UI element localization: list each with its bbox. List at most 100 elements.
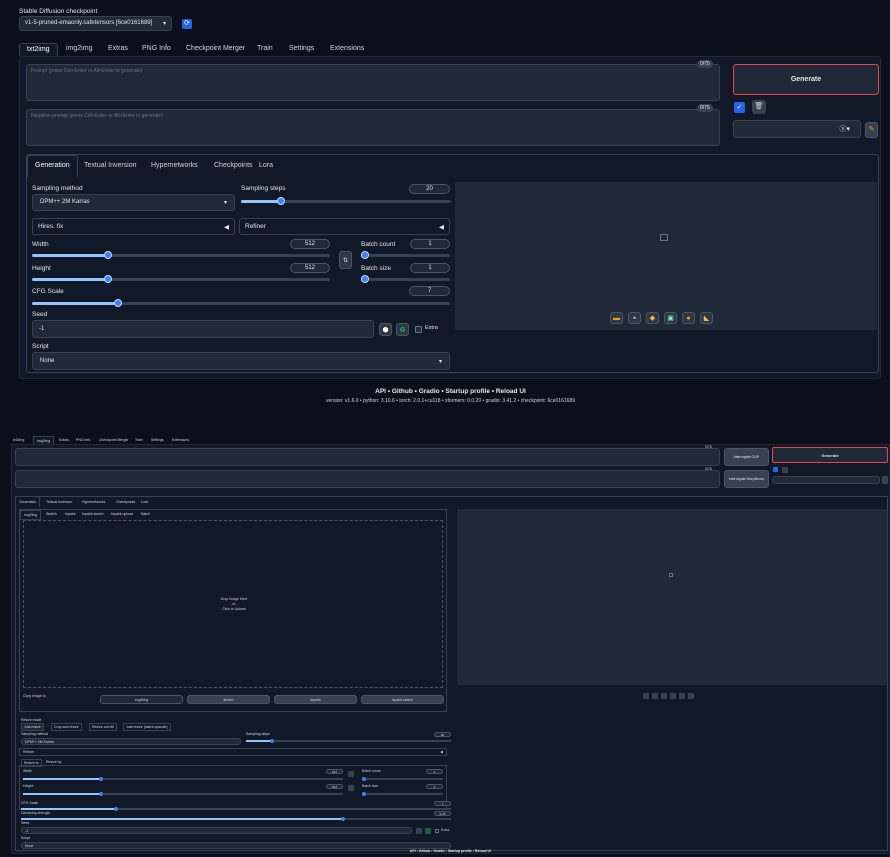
folder-icon[interactable] (643, 693, 649, 699)
tab-settings[interactable]: Settings (289, 45, 314, 52)
ruler-icon[interactable] (348, 785, 354, 791)
negative-prompt-input-small[interactable] (15, 470, 720, 488)
resize-opt-fill[interactable]: Resize and fill (89, 723, 117, 731)
script-select[interactable]: None ▾ (32, 352, 450, 370)
width-number-small[interactable]: 512 (326, 769, 343, 774)
hires-fix-accordion[interactable]: Hires. fix ◀ (32, 218, 235, 235)
swap-dimensions-small[interactable] (348, 771, 354, 777)
tab-extras[interactable]: Extras (59, 438, 69, 442)
script-select-small[interactable]: None (21, 842, 451, 849)
tab-textual-inversion[interactable]: Textual Inversion (46, 500, 72, 504)
style-apply-button[interactable]: ✓ (734, 102, 745, 113)
prompt-input-small[interactable] (15, 448, 720, 466)
resize-opt-latent[interactable]: Just resize (latent upscale) (123, 723, 171, 731)
tab-generation[interactable]: Generation (16, 497, 41, 507)
width-slider[interactable] (32, 251, 330, 259)
sampling-steps-slider-small[interactable] (246, 738, 451, 743)
copy-inpaint-button[interactable]: inpaint (274, 695, 357, 704)
zip-icon[interactable] (661, 693, 667, 699)
styles-select-small[interactable] (772, 476, 880, 484)
tab-extensions[interactable]: Extensions (330, 45, 364, 52)
mode-tab-inpaint-upload[interactable]: Inpaint upload (111, 512, 133, 516)
cfg-scale-slider[interactable] (32, 299, 450, 307)
refiner-accordion-small[interactable]: Refiner ◀ (19, 748, 447, 756)
send-to-img2img-icon[interactable] (670, 693, 676, 699)
height-number[interactable]: 512 (290, 263, 330, 273)
styles-select[interactable]: ⓧ▾ (733, 120, 861, 138)
resize-opt-crop[interactable]: Crop and resize (51, 723, 82, 731)
generate-button-small[interactable]: Generate (772, 447, 888, 463)
tab-txt2img[interactable]: txt2img (13, 438, 24, 442)
tab-extras[interactable]: Extras (108, 45, 128, 52)
copy-img2img-button[interactable]: img2img (100, 695, 183, 704)
image-drop-zone[interactable]: Drop Image Here - or - Click to Upload (23, 520, 443, 688)
tab-extensions[interactable]: Extensions (172, 438, 189, 442)
send-to-inpaint-icon[interactable]: ● (682, 312, 695, 324)
tab-img2img[interactable]: img2img (66, 45, 92, 52)
send-to-extras-icon[interactable] (688, 693, 694, 699)
send-to-extras-icon[interactable]: ◣ (700, 312, 713, 324)
mode-tab-inpaint-sketch[interactable]: Inpaint sketch (82, 512, 104, 516)
edit-style-small[interactable] (882, 476, 888, 484)
trash-icon[interactable]: 🗑 (752, 100, 766, 114)
mode-tab-inpaint[interactable]: Inpaint (65, 512, 76, 516)
seed-input-small[interactable]: -1 (21, 827, 412, 834)
resize-opt-just-resize[interactable]: Just resize (21, 723, 44, 731)
tab-png-info[interactable]: PNG Info (142, 45, 171, 52)
extra-checkbox-small[interactable] (435, 829, 439, 833)
batch-size-number[interactable]: 1 (410, 263, 450, 273)
height-slider[interactable] (32, 275, 330, 283)
tab-train[interactable]: Train (135, 438, 143, 442)
tab-hypernetworks[interactable]: Hypernetworks (151, 162, 198, 169)
swap-dimensions-button[interactable]: ⇅ (339, 251, 352, 269)
tab-txt2img[interactable]: txt2img (19, 43, 58, 56)
tab-resize-by[interactable]: Resize by (46, 760, 61, 764)
width-number[interactable]: 512 (290, 239, 330, 249)
edit-style-button[interactable]: ✎ (865, 122, 878, 138)
tab-train[interactable]: Train (257, 45, 273, 52)
tab-lora[interactable]: Lora (141, 500, 148, 504)
batch-count-number[interactable]: 1 (410, 239, 450, 249)
tab-textual-inversion[interactable]: Textual Inversion (84, 162, 137, 169)
mode-tab-batch[interactable]: Batch (141, 512, 150, 516)
sampling-steps-slider[interactable] (241, 197, 451, 205)
cfg-scale-number[interactable]: 7 (409, 286, 450, 296)
denoise-slider-small[interactable] (21, 816, 451, 821)
batch-size-slider[interactable] (361, 275, 450, 283)
random-seed-dice-icon[interactable]: ⬢ (379, 323, 392, 336)
style-apply-small[interactable] (773, 467, 778, 472)
mode-tab-sketch[interactable]: Sketch (46, 512, 57, 516)
negative-prompt-input[interactable]: Negative prompt (press Ctrl+Enter or Alt… (26, 109, 720, 146)
folder-icon[interactable]: ▬ (610, 312, 623, 324)
cfg-scale-slider-small[interactable] (21, 806, 451, 811)
prompt-input[interactable]: Prompt (press Ctrl+Enter or Alt+Enter to… (26, 64, 720, 101)
denoise-number-small[interactable]: 0.75 (434, 811, 451, 816)
random-seed-dice-icon[interactable] (416, 828, 422, 834)
batch-count-slider[interactable] (361, 251, 450, 259)
batch-count-slider-small[interactable] (362, 776, 443, 781)
sampling-steps-number-small[interactable]: 20 (434, 732, 451, 737)
clear-icon[interactable]: ⓧ▾ (839, 124, 850, 134)
tab-checkpoint-merger[interactable]: Checkpoint Merger (99, 438, 129, 442)
send-to-img2img-icon[interactable]: ▣ (664, 312, 677, 324)
tab-generation[interactable]: Generation (27, 155, 78, 177)
mode-tab-img2img[interactable]: img2img (20, 510, 42, 520)
tab-checkpoint-merger[interactable]: Checkpoint Merger (186, 45, 245, 52)
tab-hypernetworks[interactable]: Hypernetworks (82, 500, 105, 504)
sampling-method-select-small[interactable]: DPM++ 2M Karras (21, 738, 241, 745)
save-icon[interactable]: ▪ (628, 312, 641, 324)
reuse-seed-recycle-icon[interactable] (425, 828, 431, 834)
cfg-scale-number-small[interactable]: 7 (434, 801, 451, 806)
checkpoint-select[interactable]: v1-5-pruned-emaonly.safetensors [6ce0161… (19, 16, 172, 31)
height-number-small[interactable]: 512 (326, 784, 343, 789)
tab-checkpoints[interactable]: Checkpoints (116, 500, 135, 504)
copy-inpaint-sketch-button[interactable]: inpaint sketch (361, 695, 444, 704)
tab-checkpoints[interactable]: Checkpoints (214, 162, 253, 169)
batch-size-slider-small[interactable] (362, 791, 443, 796)
trash-icon-small[interactable] (782, 467, 788, 473)
reuse-seed-recycle-icon[interactable]: ♻ (396, 323, 409, 336)
zip-icon[interactable]: ◆ (646, 312, 659, 324)
copy-sketch-button[interactable]: sketch (187, 695, 270, 704)
tab-png-info[interactable]: PNG Info (76, 438, 90, 442)
batch-size-number-small[interactable]: 1 (426, 784, 443, 789)
